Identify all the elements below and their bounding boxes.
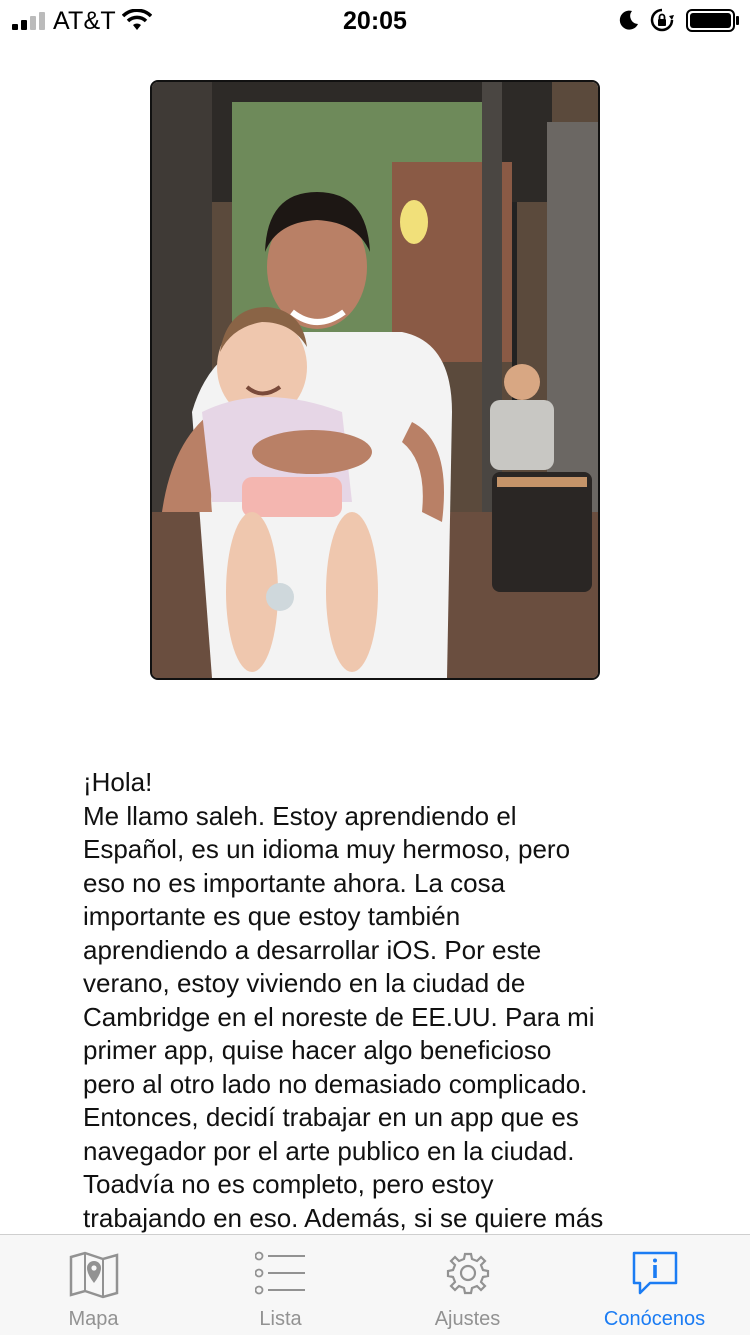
about-text: ¡Hola! Me llamo saleh. Estoy aprendiendo…	[83, 766, 673, 1234]
tab-mapa-label: Mapa	[68, 1308, 119, 1330]
list-icon	[254, 1251, 305, 1295]
profile-photo-illustration	[152, 82, 598, 678]
tab-ajustes-label: Ajustes	[434, 1308, 501, 1330]
tab-lista-label: Lista	[259, 1308, 302, 1330]
profile-photo	[150, 80, 600, 680]
tab-ajustes[interactable]: Ajustes	[374, 1235, 561, 1335]
tab-bar: Mapa Lista Ajustes Conócenos	[0, 1234, 750, 1335]
tab-conocenos-label: Conócenos	[603, 1308, 706, 1330]
tab-conocenos[interactable]: Conócenos	[561, 1235, 748, 1335]
greeting-text: ¡Hola!	[83, 767, 153, 797]
tab-mapa[interactable]: Mapa	[0, 1235, 187, 1335]
battery-icon	[686, 9, 739, 32]
info-bubble-icon	[632, 1251, 677, 1295]
map-icon	[69, 1251, 118, 1299]
gear-icon	[446, 1252, 489, 1295]
about-body-text: Me llamo saleh. Estoy aprendiendo el Esp…	[83, 800, 604, 1233]
status-bar: AT&T 20:05	[0, 0, 750, 40]
tab-lista[interactable]: Lista	[187, 1235, 374, 1335]
rotation-lock-icon	[650, 8, 674, 32]
moon-icon	[619, 10, 638, 30]
